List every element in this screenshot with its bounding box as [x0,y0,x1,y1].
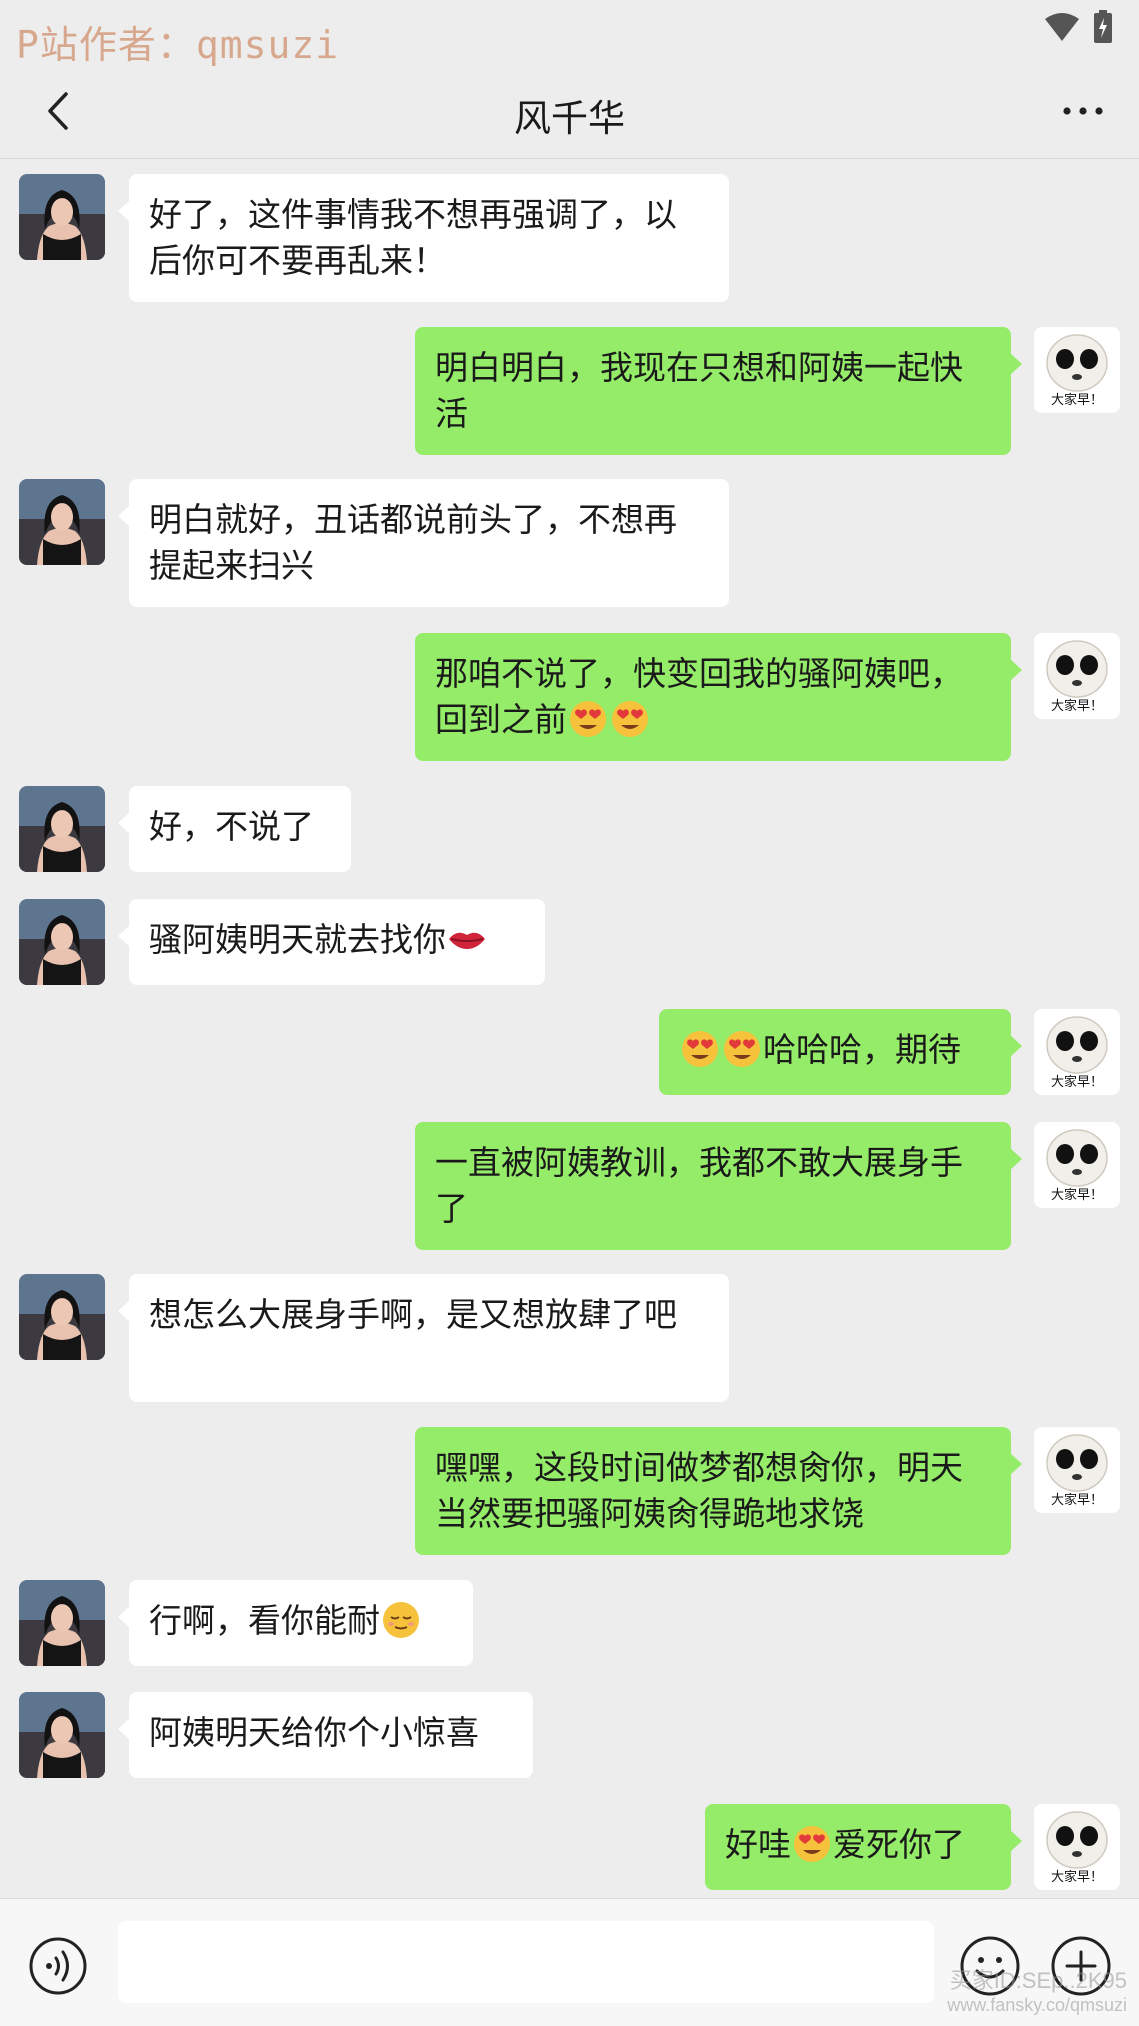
sticker-caption: 大家早！ [1050,1075,1103,1090]
more-button[interactable] [1055,86,1111,136]
self-avatar[interactable]: 大家早！ [1034,633,1120,719]
watermark-line1: 买家ID:SEp..2K95 [949,1968,1127,1993]
message-text: 明白就好，丑话都说前头了，不想再提起来扫兴 [149,500,677,585]
self-avatar[interactable]: 大家早！ [1034,1009,1120,1095]
message-bubble[interactable]: 明白明白，我现在只想和阿姨一起快活 [415,327,1022,455]
self-avatar[interactable]: 大家早！ [1034,1804,1120,1890]
message-bubble[interactable]: 哈哈哈，期待 [659,1009,1022,1095]
lips-emoji-icon [447,919,487,959]
contact-avatar[interactable] [19,786,105,872]
watermark-line2: www.fansky.co/qmsuzi [947,1995,1127,2015]
contact-avatar[interactable] [19,899,105,985]
message-bubble[interactable]: 嘿嘿，这段时间做梦都想肏你，明天当然要把骚阿姨肏得跪地求饶 [415,1427,1022,1555]
sticker-caption: 大家早！ [1050,393,1103,408]
heart-eyes-emoji-icon [722,1029,762,1069]
message-bubble[interactable]: 好，不说了 [118,786,351,872]
self-avatar[interactable]: 大家早！ [1034,1427,1120,1513]
message-text: 阿姨明天给你个小惊喜 [149,1713,479,1752]
sticker-caption: 大家早！ [1050,1870,1103,1885]
message-text: 好，不说了 [149,807,314,846]
message-bubble[interactable]: 好了，这件事情我不想再强调了，以后你可不要再乱来！ [118,174,729,302]
heart-eyes-emoji-icon [568,699,608,739]
message-text: 那咱不说了，快变回我的骚阿姨吧，回到之前 [435,654,963,739]
message-input[interactable] [118,1921,934,2003]
status-bar: P站作者：qmsuzi [0,0,1139,70]
message-bubble[interactable]: 想怎么大展身手啊，是又想放肆了吧 [118,1274,729,1402]
self-avatar[interactable]: 大家早！ [1034,1122,1120,1208]
smug-face-emoji-icon [381,1600,421,1640]
message-text: 好哇 [725,1825,791,1864]
message-bubble[interactable]: 骚阿姨明天就去找你 [118,899,545,985]
message-bubble[interactable]: 那咱不说了，快变回我的骚阿姨吧，回到之前 [415,633,1022,761]
message-text: 爱死你了 [833,1825,965,1864]
heart-eyes-emoji-icon [610,699,650,739]
watermark-bottom: 买家ID:SEp..2K95 www.fansky.co/qmsuzi [947,1963,1127,2016]
sticker-caption: 大家早！ [1050,1493,1103,1508]
heart-eyes-emoji-icon [792,1824,832,1864]
message-text: 哈哈哈，期待 [763,1030,961,1069]
contact-avatar[interactable] [19,479,105,565]
message-bubble[interactable]: 一直被阿姨教训，我都不敢大展身手了 [415,1122,1022,1250]
message-text: 骚阿姨明天就去找你 [149,920,446,959]
chat-header: 风千华 [0,70,1139,159]
sticker-caption: 大家早！ [1050,1188,1103,1203]
message-text: 行啊，看你能耐 [149,1601,380,1640]
voice-button[interactable] [28,1936,88,1996]
wifi-icon [1043,11,1081,47]
message-text: 好了，这件事情我不想再强调了，以后你可不要再乱来！ [149,195,677,280]
contact-avatar[interactable] [19,1580,105,1666]
sticker-caption: 大家早！ [1050,699,1103,714]
voice-icon [29,1937,87,1995]
input-bar: 买家ID:SEp..2K95 www.fansky.co/qmsuzi [0,1898,1139,2026]
watermark-top: P站作者：qmsuzi [16,23,340,67]
message-text: 明白明白，我现在只想和阿姨一起快活 [435,348,963,433]
message-text: 想怎么大展身手啊，是又想放肆了吧 [149,1295,677,1334]
message-text: 一直被阿姨教训，我都不敢大展身手了 [435,1143,963,1228]
heart-eyes-emoji-icon [680,1029,720,1069]
chat-title: 风千华 [514,97,625,140]
message-bubble[interactable]: 好哇 爱死你了 [705,1804,1022,1890]
message-bubble[interactable]: 明白就好，丑话都说前头了，不想再提起来扫兴 [118,479,729,607]
message-text: 嘿嘿，这段时间做梦都想肏你，明天当然要把骚阿姨肏得跪地求饶 [435,1448,963,1533]
more-icon [1063,107,1103,115]
message-bubble[interactable]: 阿姨明天给你个小惊喜 [118,1692,533,1778]
contact-avatar[interactable] [19,174,105,260]
contact-avatar[interactable] [19,1692,105,1778]
battery-icon [1093,10,1113,48]
status-icons [1043,10,1113,48]
message-bubble[interactable]: 行啊，看你能耐 [118,1580,473,1666]
self-avatar[interactable]: 大家早！ [1034,327,1120,413]
contact-avatar[interactable] [19,1274,105,1360]
